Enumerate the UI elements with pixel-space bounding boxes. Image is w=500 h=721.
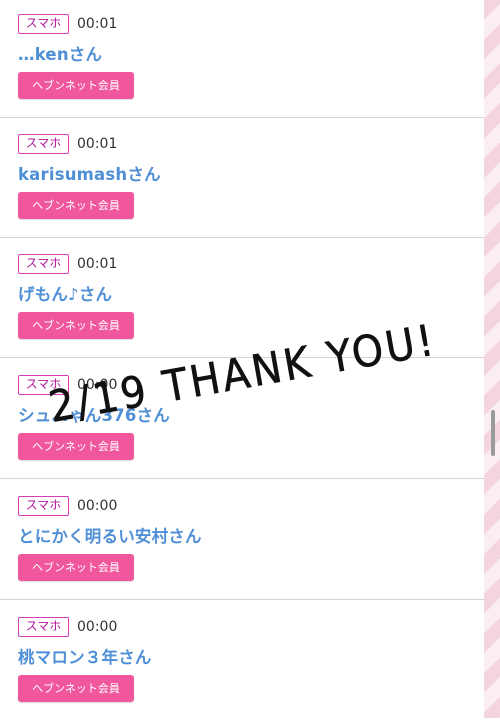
list-item: スマホ 00:01 karisumashさん ヘブンネット会員 xyxy=(0,118,484,238)
list-item: スマホ 00:00 桃マロン３年さん ヘブンネット会員 xyxy=(0,601,484,721)
visitor-name[interactable]: …kenさん xyxy=(18,41,102,65)
decorative-border xyxy=(484,0,500,718)
device-badge: スマホ xyxy=(18,134,69,154)
member-button[interactable]: ヘブンネット会員 xyxy=(18,72,134,99)
visitor-name[interactable]: げもん♪さん xyxy=(18,281,112,305)
member-button[interactable]: ヘブンネット会員 xyxy=(18,192,134,219)
visit-time: 00:00 xyxy=(77,377,118,393)
device-badge: スマホ xyxy=(18,496,69,516)
member-button[interactable]: ヘブンネット会員 xyxy=(18,554,134,581)
visitor-name[interactable]: シュ…ゃん376さん xyxy=(18,402,170,426)
visitor-name[interactable]: karisumashさん xyxy=(18,161,161,185)
visit-time: 00:01 xyxy=(77,16,118,32)
list-item: スマホ 00:01 …kenさん ヘブンネット会員 xyxy=(0,0,484,118)
list-item: スマホ 00:00 シュ…ゃん376さん ヘブンネット会員 xyxy=(0,359,484,479)
member-button[interactable]: ヘブンネット会員 xyxy=(18,312,134,339)
member-button[interactable]: ヘブンネット会員 xyxy=(18,675,134,702)
member-button[interactable]: ヘブンネット会員 xyxy=(18,433,134,460)
device-badge: スマホ xyxy=(18,254,69,274)
list-item: スマホ 00:01 げもん♪さん ヘブンネット会員 xyxy=(0,238,484,358)
visit-time: 00:01 xyxy=(77,256,118,272)
visit-time: 00:01 xyxy=(77,136,118,152)
visit-time: 00:00 xyxy=(77,619,118,635)
device-badge: スマホ xyxy=(18,617,69,637)
visit-time: 00:00 xyxy=(77,498,118,514)
list-item: スマホ 00:00 とにかく明るい安村さん ヘブンネット会員 xyxy=(0,480,484,600)
visitor-name[interactable]: とにかく明るい安村さん xyxy=(18,523,202,547)
visitor-name[interactable]: 桃マロン３年さん xyxy=(18,644,152,668)
scrollbar-thumb[interactable] xyxy=(491,410,495,456)
device-badge: スマホ xyxy=(18,375,69,395)
device-badge: スマホ xyxy=(18,14,69,34)
